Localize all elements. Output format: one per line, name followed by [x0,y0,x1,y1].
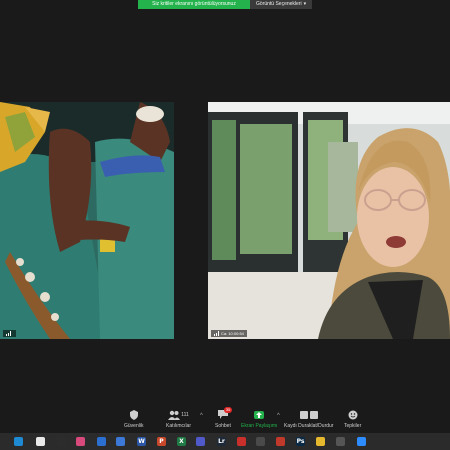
view-options-button[interactable]: Görüntü Seçenekleri ▾ [250,0,313,9]
record-control-button[interactable]: Kaydı Duraklat/Durdur [284,409,333,429]
chat-unread-badge: 35 [223,407,233,413]
pause-stop-icon [298,409,320,420]
chat-label: Sohbet [215,423,231,429]
teams-icon[interactable] [196,437,205,446]
photos-icon[interactable] [76,437,85,446]
reactions-label: Tepkiler [344,423,362,429]
view-options-label: Görüntü Seçenekleri [256,1,302,7]
meeting-toolbar: Güvenlik 111 Katılımcılar ^ 35 Sohbet Ek… [0,405,450,433]
word-icon[interactable]: W [137,437,146,446]
participant-1-video [0,102,174,339]
share-screen-label: Ekran Paylaşımı [241,423,278,429]
windows-taskbar: W P X Lr Ps [0,433,450,450]
participant-2-video [208,102,450,339]
shield-icon [128,409,140,420]
mail-icon[interactable] [97,437,106,446]
video-tile-participant-1[interactable] [0,102,174,339]
powerpoint-icon[interactable]: P [157,437,166,446]
participants-label: Katılımcılar [166,423,192,429]
record-control-label: Kaydı Duraklat/Durdur [284,423,334,429]
participants-count: 111 [181,411,189,418]
reactions-icon [347,409,359,420]
participants-chevron-up-icon[interactable]: ^ [200,413,203,419]
share-screen-button[interactable]: Ekran Paylaşımı [241,409,277,429]
security-button[interactable]: Güvenlik [124,409,143,429]
participants-icon: 111 [168,409,190,420]
app-icon[interactable] [276,437,285,446]
lightroom-icon[interactable]: Lr [217,437,226,446]
participants-button[interactable]: 111 Katılımcılar [166,409,191,429]
reactions-button[interactable]: Tepkiler [344,409,361,429]
chevron-down-icon: ▾ [303,1,307,7]
chat-button[interactable]: 35 Sohbet [215,407,233,429]
signal-strength-icon [214,331,219,336]
video-tile-participant-2[interactable]: Ca: 10:00:54 [208,102,450,339]
pdf-icon[interactable] [237,437,246,446]
share-screen-icon [253,409,265,420]
share-chevron-up-icon[interactable]: ^ [277,413,280,419]
screen-share-banner: Siz kritiler ekranını görüntülüyorsunuz … [138,0,313,9]
store-icon[interactable] [116,437,125,446]
media-icon[interactable] [57,437,66,446]
edge-icon[interactable] [14,437,23,446]
participant-2-name: Ca: 10:00:54 [221,331,244,336]
security-label: Güvenlik [124,423,144,429]
zoom-icon[interactable] [357,437,366,446]
photoshop-icon[interactable]: Ps [296,437,305,446]
chrome-icon[interactable] [316,437,325,446]
share-status-text: Siz kritiler ekranını görüntülüyorsunuz [138,0,250,9]
camera-icon[interactable] [336,437,345,446]
participant-2-name-tag: Ca: 10:00:54 [211,330,247,337]
participant-1-name-tag [3,330,16,337]
signal-strength-icon [6,331,11,336]
chat-icon: 35 [217,407,233,420]
calendar-icon[interactable] [36,437,45,446]
excel-icon[interactable]: X [177,437,186,446]
files-icon[interactable] [256,437,265,446]
